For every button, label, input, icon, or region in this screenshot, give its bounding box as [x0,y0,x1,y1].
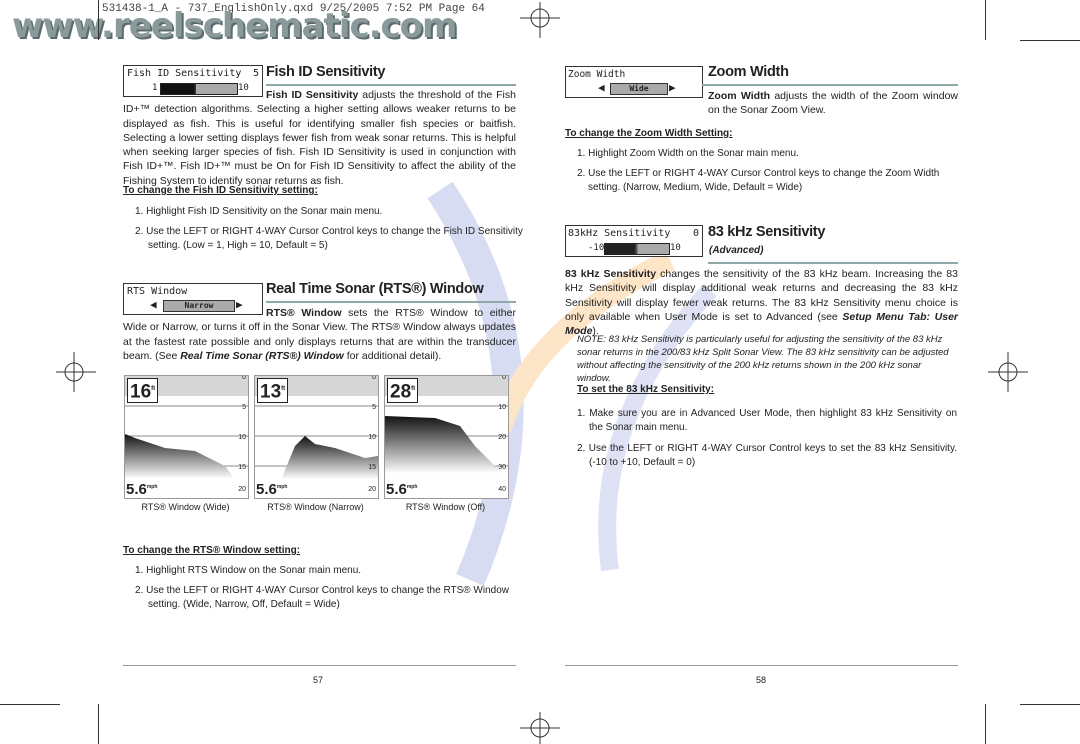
manual-spread: 531438-1_A - 737_EnglishOnly.qxd 9/25/20… [0,0,1080,744]
list-item: 1. Make sure you are in Advanced User Mo… [577,408,957,433]
page-number: 57 [313,675,324,685]
page-number: 58 [756,675,767,685]
section-title: 83 kHz Sensitivity [708,224,826,240]
menu-value: 0 [692,228,699,239]
lead-term: RTS® Window [266,307,342,319]
registration-mark [56,352,96,392]
screen-caption: RTS® Window (Narrow) [267,502,364,512]
cross-reference: Real Time Sonar (RTS®) Window [180,349,344,362]
screen-caption: RTS® Window (Wide) [141,502,230,512]
list-item: 1. Highlight RTS Window on the Sonar mai… [135,565,362,576]
sensitivity-slider[interactable] [604,243,670,255]
crop-mark [1020,40,1080,41]
slider-max: 10 [670,243,681,253]
section-title: Fish ID Sensitivity [266,64,386,80]
screen-caption: RTS® Window (Off) [405,502,486,512]
crop-mark [98,704,99,744]
83khz-description: 83 kHz Sensitivity changes the sensitivi… [565,267,958,338]
divider [266,301,516,303]
depth-scale-label: 5 [372,404,376,411]
subheading: To change the RTS® Window setting: [123,545,301,556]
registration-mark [520,712,560,744]
advanced-badge: (Advanced) [709,245,764,256]
list-item: 1. Highlight Fish ID Sensitivity on the … [135,206,383,217]
depth-scale-label: 10 [238,434,246,441]
depth-scale-label: 40 [498,486,506,493]
depth-scale-label: 15 [238,464,246,471]
depth-unit: ft [281,386,286,392]
registration-mark [520,2,560,38]
divider [702,84,958,86]
speed-unit: mph [406,484,418,490]
arrow-right-icon[interactable]: ▶ [669,81,676,94]
zoom-description: Zoom Width adjusts the width of the Zoom… [708,89,958,118]
crop-mark [985,0,986,40]
depth-scale-label: 10 [498,404,506,411]
footer-rule [565,665,958,666]
speed-readout: 5.6 [386,481,407,498]
lead-term: Zoom Width [708,90,770,102]
sonar-screen-0: 16ft 5.6mph 0 5 10 15 20 [124,375,249,499]
83khz-sensitivity-menu: 83kHz Sensitivity 0 -10 10 [565,225,703,257]
menu-value[interactable]: Wide [610,83,668,95]
menu-label: RTS Window [127,286,188,297]
list-item: 2. Use the LEFT or RIGHT 4-WAY Cursor Co… [577,443,957,468]
crop-mark [98,0,99,40]
note-text: NOTE: 83 kHz Sensitivity is particularly… [577,334,949,384]
registration-mark [988,352,1028,392]
menu-label: 83kHz Sensitivity [568,228,671,239]
body-text: for additional detail). [343,349,442,362]
zoom-width-menu: Zoom Width ◀ Wide ▶ [565,66,703,98]
menu-label: Zoom Width [568,69,626,80]
arrow-left-icon[interactable]: ◀ [598,81,605,94]
list-item: 2. Use the LEFT or RIGHT 4-WAY Cursor Co… [135,585,509,610]
depth-unit: ft [411,386,416,392]
depth-scale-label: 20 [368,486,376,493]
speed-unit: mph [276,484,288,490]
rts-description: RTS® Window sets the RTS® Window to eith… [123,306,516,363]
depth-scale-label: 20 [498,434,506,441]
slider-min: -10 [588,243,605,253]
subheading: To change the Zoom Width Setting: [565,128,733,139]
depth-unit: ft [151,386,156,392]
depth-readout: 28 [390,381,412,403]
depth-scale-label: 30 [498,464,506,471]
speed-unit: mph [146,484,158,490]
subheading: To change the Fish ID Sensitivity settin… [123,185,318,196]
depth-scale-label: 20 [238,486,246,493]
depth-readout: 16 [130,381,152,403]
crop-mark [0,704,60,705]
speed-readout: 5.6 [126,481,147,498]
body-text: adjusts the threshold of the Fish ID+™ d… [123,89,516,187]
depth-scale-label: 0 [242,375,246,381]
divider [266,84,516,86]
speed-readout: 5.6 [256,481,277,498]
menu-label: Fish ID Sensitivity [127,68,242,79]
depth-scale-label: 0 [372,375,376,381]
crop-mark [1020,704,1080,705]
menu-value: 5 [252,68,259,79]
depth-scale-label: 0 [502,375,506,381]
sonar-screen-2: 28ft 5.6mph 0 10 20 30 40 [384,375,509,499]
depth-scale-label: 10 [368,434,376,441]
sonar-screen-1: 13ft 5.6mph 0 5 10 15 20 [254,375,379,499]
section-title: Zoom Width [708,64,789,80]
depth-scale-label: 5 [242,404,246,411]
divider [708,262,958,264]
depth-scale-label: 15 [368,464,376,471]
list-item: 1. Highlight Zoom Width on the Sonar mai… [577,148,799,159]
footer-rule [123,665,516,666]
watermark-logo: www.reelschematic.com [12,6,457,46]
section-title: Real Time Sonar (RTS®) Window [266,281,484,297]
list-item: 2. Use the LEFT or RIGHT 4-WAY Cursor Co… [577,168,940,193]
subheading: To set the 83 kHz Sensitivity: [577,384,715,395]
depth-readout: 13 [260,381,282,403]
list-item: 2. Use the LEFT or RIGHT 4-WAY Cursor Co… [135,226,523,251]
lead-term: 83 kHz Sensitivity [565,268,657,280]
lead-term: Fish ID Sensitivity [266,89,359,101]
fish-id-description: Fish ID Sensitivity adjusts the threshol… [123,88,516,188]
crop-mark [985,704,986,744]
